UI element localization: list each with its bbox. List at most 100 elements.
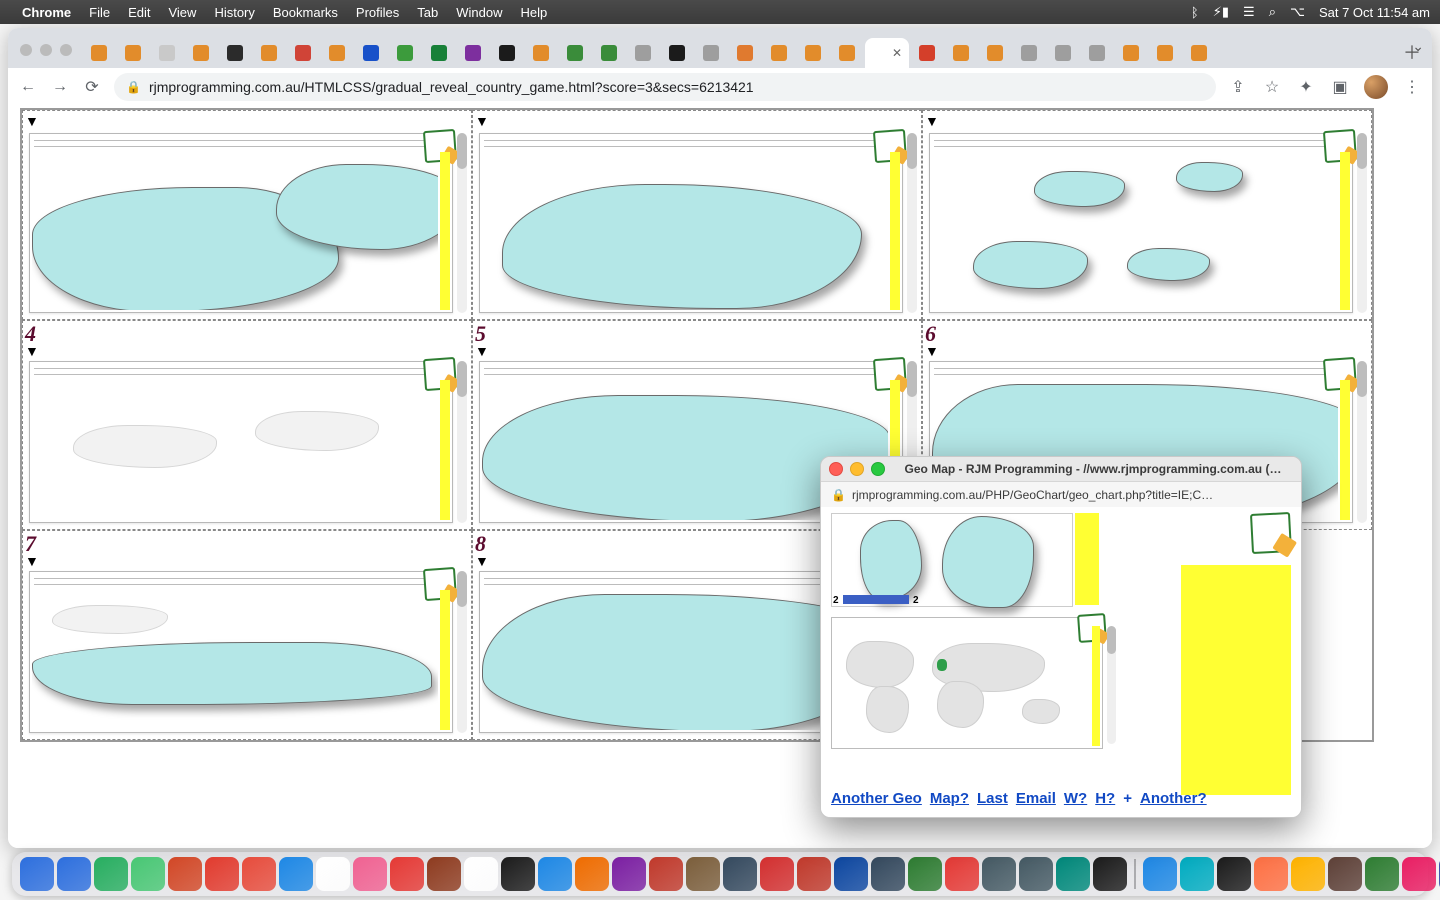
disclosure-triangle-icon[interactable]: ▼ (925, 343, 939, 359)
profile-avatar[interactable] (1364, 75, 1388, 99)
menu-view[interactable]: View (168, 5, 196, 20)
browser-tab[interactable] (253, 38, 285, 68)
link-another[interactable]: Another? (1140, 790, 1207, 807)
disclosure-triangle-icon[interactable]: ▼ (475, 343, 489, 359)
scrollbar-thumb[interactable] (907, 133, 917, 169)
macos-dock[interactable] (12, 852, 1428, 896)
popup-titlebar[interactable]: Geo Map - RJM Programming - //www.rjmpro… (821, 457, 1301, 482)
sidepanel-button[interactable]: ▣ (1330, 77, 1350, 97)
link-email[interactable]: Email (1016, 790, 1056, 807)
popup-top-map[interactable] (831, 513, 1073, 607)
browser-tab[interactable] (661, 38, 693, 68)
battery-icon[interactable]: ⚡︎▮ (1213, 4, 1229, 20)
dock-app-icon[interactable] (1143, 857, 1177, 891)
menubar-clock[interactable]: Sat 7 Oct 11:54 am (1319, 5, 1430, 20)
browser-tab[interactable] (321, 38, 353, 68)
browser-tab[interactable] (1149, 38, 1181, 68)
dock-app-icon[interactable] (797, 857, 831, 891)
scrollbar-thumb[interactable] (1357, 133, 1367, 169)
browser-tab[interactable] (355, 38, 387, 68)
dock-app-icon[interactable] (168, 857, 202, 891)
browser-tab[interactable] (831, 38, 863, 68)
browser-tab[interactable] (695, 38, 727, 68)
dock-app-icon[interactable] (205, 857, 239, 891)
app-menu[interactable]: Chrome (22, 5, 71, 20)
notepad-icon[interactable] (1250, 512, 1292, 554)
cell-map[interactable] (32, 384, 438, 520)
dock-app-icon[interactable] (1254, 857, 1288, 891)
link-plus[interactable]: + (1123, 790, 1132, 807)
browser-tab[interactable]: ✕ (865, 38, 909, 68)
link-last[interactable]: Last (977, 790, 1008, 807)
browser-tab[interactable] (945, 38, 977, 68)
dock-app-icon[interactable] (94, 857, 128, 891)
chrome-menu-button[interactable]: ⋮ (1402, 77, 1422, 97)
dock-app-icon[interactable] (57, 857, 91, 891)
game-cell[interactable]: ▼ (472, 110, 922, 320)
menu-edit[interactable]: Edit (128, 5, 150, 20)
forward-button[interactable]: → (50, 77, 70, 97)
menu-tab[interactable]: Tab (417, 5, 438, 20)
menu-window[interactable]: Window (456, 5, 502, 20)
browser-tab[interactable] (423, 38, 455, 68)
back-button[interactable]: ← (18, 77, 38, 97)
cell-map[interactable] (482, 156, 888, 310)
dock-app-icon[interactable] (427, 857, 461, 891)
scrollbar-thumb[interactable] (1107, 626, 1116, 654)
dock-app-icon[interactable] (538, 857, 572, 891)
close-tab-icon[interactable]: ✕ (892, 46, 902, 60)
dock-app-icon[interactable] (1328, 857, 1362, 891)
disclosure-triangle-icon[interactable]: ▼ (25, 553, 39, 569)
browser-tab[interactable] (797, 38, 829, 68)
menu-file[interactable]: File (89, 5, 110, 20)
disclosure-triangle-icon[interactable]: ▼ (475, 553, 489, 569)
menu-profiles[interactable]: Profiles (356, 5, 399, 20)
popup-world-map-box[interactable] (831, 617, 1103, 749)
scrollbar-thumb[interactable] (907, 361, 917, 397)
popup-urlbar[interactable]: 🔒 rjmprogramming.com.au/PHP/GeoChart/geo… (821, 482, 1301, 509)
browser-tab[interactable] (287, 38, 319, 68)
menu-help[interactable]: Help (521, 5, 548, 20)
dock-app-icon[interactable] (686, 857, 720, 891)
menu-bookmarks[interactable]: Bookmarks (273, 5, 338, 20)
game-cell[interactable]: 7▼ (22, 530, 472, 740)
browser-tab[interactable] (593, 38, 625, 68)
dock-app-icon[interactable] (612, 857, 646, 891)
browser-tab[interactable] (219, 38, 251, 68)
browser-tab[interactable] (763, 38, 795, 68)
link-w[interactable]: W? (1064, 790, 1087, 807)
browser-tab[interactable] (525, 38, 557, 68)
browser-tab[interactable] (1115, 38, 1147, 68)
dock-app-icon[interactable] (131, 857, 165, 891)
browser-tab[interactable] (151, 38, 183, 68)
browser-tab[interactable] (491, 38, 523, 68)
dock-app-icon[interactable] (1402, 857, 1436, 891)
dock-app-icon[interactable] (1019, 857, 1053, 891)
dock-app-icon[interactable] (353, 857, 387, 891)
dock-app-icon[interactable] (464, 857, 498, 891)
dock-app-icon[interactable] (242, 857, 276, 891)
dock-app-icon[interactable] (1217, 857, 1251, 891)
link-h[interactable]: H? (1095, 790, 1115, 807)
spotlight-icon[interactable]: ⌕ (1269, 4, 1276, 20)
browser-tab[interactable] (1183, 38, 1215, 68)
browser-tab[interactable] (457, 38, 489, 68)
wifi-icon[interactable]: ☰ (1243, 4, 1255, 20)
disclosure-triangle-icon[interactable]: ▼ (925, 113, 939, 129)
dock-app-icon[interactable] (1365, 857, 1399, 891)
popup-traffic-lights[interactable] (829, 462, 885, 476)
browser-tab[interactable] (979, 38, 1011, 68)
dock-app-icon[interactable] (945, 857, 979, 891)
browser-tab[interactable] (1081, 38, 1113, 68)
dock-app-icon[interactable] (1056, 857, 1090, 891)
dock-app-icon[interactable] (20, 857, 54, 891)
tab-overflow-button[interactable]: ⌄ (1412, 38, 1424, 55)
scrollbar-thumb[interactable] (457, 571, 467, 607)
link-map[interactable]: Map? (930, 790, 969, 807)
browser-tab[interactable] (83, 38, 115, 68)
browser-tab[interactable] (117, 38, 149, 68)
game-cell[interactable]: ▼ (922, 110, 1372, 320)
disclosure-triangle-icon[interactable]: ▼ (25, 113, 39, 129)
bookmark-button[interactable]: ☆ (1262, 77, 1282, 97)
disclosure-triangle-icon[interactable]: ▼ (25, 343, 39, 359)
